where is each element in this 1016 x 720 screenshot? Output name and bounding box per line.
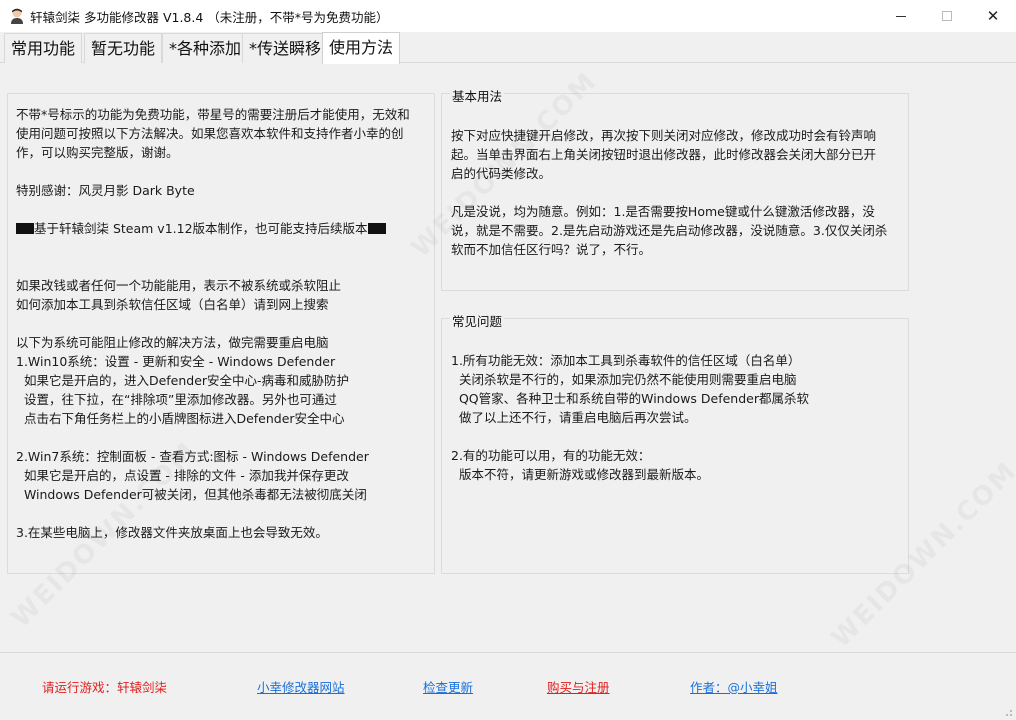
website-link[interactable]: 小幸修改器网站 [257,677,345,696]
minimize-button[interactable] [878,0,924,32]
usage-line: 软而不加信任区行吗？说了，不行。 [451,242,652,257]
note-line: 点击右下角任务栏上的小盾牌图标进入Defender安全中心 [16,411,345,426]
buy-register-link[interactable]: 购买与注册 [547,677,610,696]
title-bar: 轩辕剑柒 多功能修改器 V1.8.4 （未注册，不带*号为免费功能） ✕ [0,0,1016,32]
faq-line: 做了以上还不行，请重启电脑后再次尝试。 [451,410,697,425]
avatar-icon [11,8,23,24]
faq-line: 1.所有功能无效：添加本工具到杀毒软件的信任区域（白名单） [451,353,801,368]
note-line-version: 基于轩辕剑柒 Steam v1.12版本制作，也可能支持后续版本 [16,218,386,237]
tab-none[interactable]: 暂无功能 [84,33,163,63]
black-block-icon [16,223,34,234]
usage-notes-text: 不带*号标示的功能为免费功能，带星号的需要注册后才能使用，无效和 使用问题可按照… [16,104,431,564]
tab-common[interactable]: 常用功能 [4,33,83,63]
note-line: 特别感谢：风灵月影 Dark Byte [16,183,195,198]
note-line: 如何添加本工具到杀软信任区域（白名单）请到网上搜索 [16,297,329,312]
version-note: 基于轩辕剑柒 Steam v1.12版本制作，也可能支持后续版本 [34,221,368,236]
faq-line: 版本不符，请更新游戏或修改器到最新版本。 [451,467,709,482]
usage-line: 启的代码类修改。 [451,166,552,181]
author-link[interactable]: 作者：@小幸姐 [690,677,778,696]
note-line: 作，可以购买完整版，谢谢。 [16,145,179,160]
resize-grip-icon[interactable] [1003,707,1013,717]
basic-usage-title: 基本用法 [450,86,505,105]
faq-text: 1.所有功能无效：添加本工具到杀毒软件的信任区域（白名单） 关闭杀软是不行的，如… [451,350,906,565]
basic-usage-panel: 基本用法 按下对应快捷键开启修改，再次按下则关闭对应修改，修改成功时会有铃声响 … [441,86,909,291]
tab-teleport[interactable]: *传送瞬移 [242,33,329,63]
faq-title: 常见问题 [450,311,505,330]
note-line: 不带*号标示的功能为免费功能，带星号的需要注册后才能使用，无效和 [16,107,410,122]
usage-line: 凡是没说，均为随意。例如：1.是否需要按Home键或什么键激活修改器，没 [451,204,875,219]
minimize-icon [896,15,906,17]
maximize-icon [942,11,952,21]
note-line: Windows Defender可被关闭，但其他杀毒都无法被彻底关闭 [16,487,367,502]
note-line: 使用问题可按照以下方法解决。如果您喜欢本软件和支持作者小幸的创 [16,126,404,141]
note-line: 设置，往下拉，在“排除项”里添加修改器。另外也可通过 [16,392,337,407]
maximize-button[interactable] [924,0,970,32]
note-line: 3.在某些电脑上，修改器文件夹放桌面上也会导致无效。 [16,525,328,540]
tab-bar: 常用功能 暂无功能 *各种添加 *传送瞬移 使用方法 [0,32,1016,64]
run-game-status: 请运行游戏：轩辕剑柒 [42,680,168,695]
footer-divider [0,652,1016,653]
note-line: 如果它是开启的，进入Defender安全中心-病毒和威胁防护 [16,373,350,388]
tab-usage[interactable]: 使用方法 [322,32,401,64]
usage-notes-panel: 不带*号标示的功能为免费功能，带星号的需要注册后才能使用，无效和 使用问题可按照… [7,93,435,574]
basic-usage-text: 按下对应快捷键开启修改，再次按下则关闭对应修改，修改成功时会有铃声响 起。当单击… [451,125,906,285]
note-line: 以下为系统可能阻止修改的解决方法，做完需要重启电脑 [16,335,329,350]
check-update-link[interactable]: 检查更新 [423,677,473,696]
usage-line: 起。当单击界面右上角关闭按钮时退出修改器，此时修改器会关闭大部分已开 [451,147,877,162]
window-title: 轩辕剑柒 多功能修改器 V1.8.4 （未注册，不带*号为免费功能） [30,10,389,25]
close-button[interactable]: ✕ [970,0,1016,32]
faq-line: QQ管家、各种卫士和系统自带的Windows Defender都属杀软 [451,391,809,406]
usage-line: 按下对应快捷键开启修改，再次按下则关闭对应修改，修改成功时会有铃声响 [451,128,877,143]
close-icon: ✕ [986,7,1000,25]
note-line: 如果它是开启的，点设置 - 排除的文件 - 添加我并保存更改 [16,468,349,483]
faq-line: 关闭杀软是不行的，如果添加完仍然不能使用则需要重启电脑 [451,372,797,387]
note-line: 1.Win10系统：设置 - 更新和安全 - Windows Defender [16,354,336,369]
note-line: 如果改钱或者任何一个功能能用，表示不被系统或杀软阻止 [16,278,342,293]
note-line: 2.Win7系统：控制面板 - 查看方式:图标 - Windows Defend… [16,449,369,464]
usage-line: 说，就是不需要。2.是先启动游戏还是先启动修改器，没说随意。3.仅仅关闭杀 [451,223,888,238]
tab-add[interactable]: *各种添加 [162,33,249,63]
faq-panel: 常见问题 1.所有功能无效：添加本工具到杀毒软件的信任区域（白名单） 关闭杀软是… [441,311,909,574]
faq-line: 2.有的功能可以用，有的功能无效： [451,448,651,463]
black-block-icon [367,223,386,234]
